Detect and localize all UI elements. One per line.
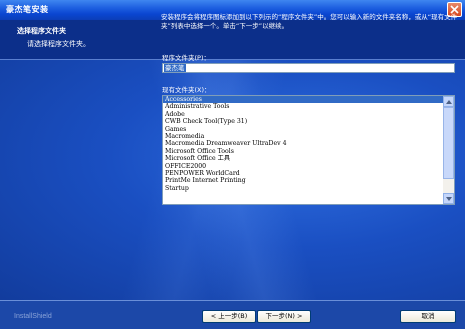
window-title: 豪杰笔安装 xyxy=(6,5,49,14)
scroll-up-button[interactable] xyxy=(443,96,454,107)
program-folder-value: 豪杰笔 xyxy=(164,64,186,72)
list-item[interactable]: Accessories xyxy=(163,96,444,104)
list-item[interactable]: PENPOWER WorldCard xyxy=(163,170,444,177)
list-item[interactable]: Microsoft Office 工具 xyxy=(163,155,444,162)
scroll-down-button[interactable] xyxy=(443,193,454,204)
next-button[interactable]: 下一步(N) > xyxy=(257,310,311,323)
list-item[interactable]: Games xyxy=(163,126,444,133)
back-button[interactable]: < 上一步(B) xyxy=(202,310,256,323)
program-folder-label: 程序文件夹(P)： xyxy=(162,54,210,62)
list-item[interactable]: OFFICE2000 xyxy=(163,163,444,170)
cancel-button[interactable]: 取消 xyxy=(400,310,456,323)
list-item[interactable]: Macromedia Dreamweaver UltraDev 4 xyxy=(163,140,444,147)
page-title: 选择程序文件夹 xyxy=(17,27,66,35)
chevron-up-icon xyxy=(446,100,452,104)
installshield-brand: InstallShield xyxy=(14,313,52,320)
intro-text: 安装程序会将程序图标添加到以下列示的“程序文件夹”中。您可以输入新的文件夹名称，… xyxy=(161,13,458,30)
chevron-down-icon xyxy=(446,197,452,201)
list-item[interactable]: CWB Check Tool(Type 31) xyxy=(163,118,444,125)
footer-divider xyxy=(0,300,465,301)
list-item[interactable]: Startup xyxy=(163,185,444,192)
list-item[interactable]: PrintMe Internet Printing xyxy=(163,177,444,184)
page-subtitle: 请选择程序文件夹。 xyxy=(27,40,90,48)
list-item[interactable]: Microsoft Office Tools xyxy=(163,148,444,155)
existing-folders-list[interactable]: Accessories Administrative Tools Adobe CWB … xyxy=(162,95,455,205)
program-folder-input[interactable]: 豪杰笔 xyxy=(162,63,455,73)
list-scrollbar[interactable] xyxy=(443,96,454,204)
list-item[interactable]: Administrative Tools xyxy=(163,103,444,110)
list-item[interactable]: Adobe xyxy=(163,111,444,118)
list-item[interactable]: Macromedia xyxy=(163,133,444,140)
existing-folders-label: 现有文件夹(X)： xyxy=(162,86,211,94)
scroll-thumb[interactable] xyxy=(443,107,454,179)
list-items: Accessories Administrative Tools Adobe CWB … xyxy=(163,96,444,192)
